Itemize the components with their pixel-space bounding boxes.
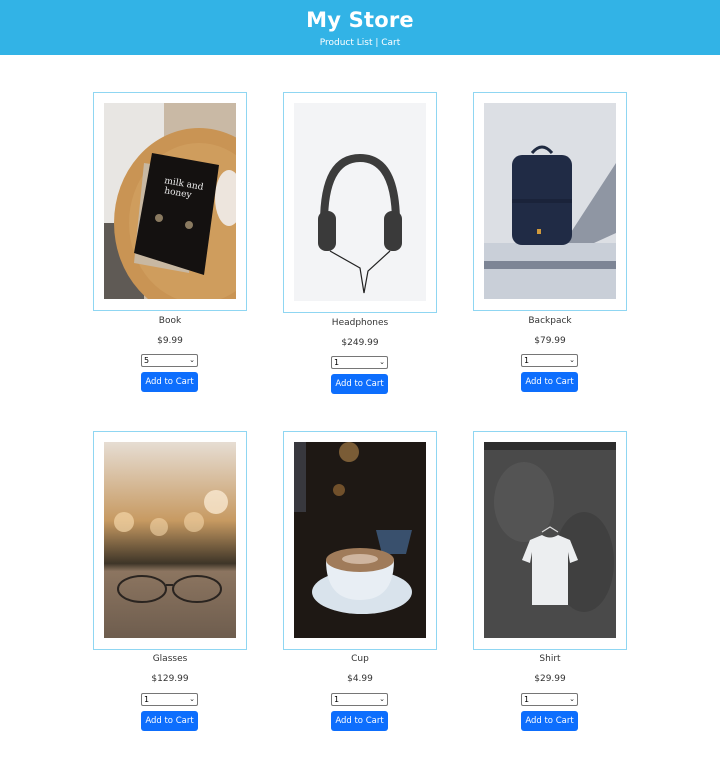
chevron-down-icon: ⌄ (379, 695, 385, 703)
product-name: Shirt (539, 654, 561, 664)
quantity-select[interactable]: 5 ⌄ (141, 354, 198, 367)
site-header: My Store Product List | Cart (0, 0, 720, 55)
quantity-select[interactable]: 1 ⌄ (331, 693, 388, 706)
chevron-down-icon: ⌄ (569, 695, 575, 703)
chevron-down-icon: ⌄ (189, 356, 195, 364)
quantity-select[interactable]: 1 ⌄ (331, 356, 388, 369)
product-name: Backpack (528, 316, 572, 326)
backpack-photo[interactable] (484, 103, 616, 299)
product-price: $129.99 (151, 674, 189, 684)
product-name: Cup (351, 654, 369, 664)
product-image-frame (283, 92, 437, 313)
quantity-select[interactable]: 1 ⌄ (521, 693, 578, 706)
headphones-photo[interactable] (294, 103, 426, 301)
quantity-value: 5 (144, 356, 150, 365)
glasses-photo[interactable] (104, 442, 236, 638)
nav-cart-link[interactable]: Cart (381, 38, 400, 48)
add-to-cart-button[interactable]: Add to Cart (521, 711, 578, 731)
product-price: $249.99 (341, 338, 379, 348)
add-to-cart-button[interactable]: Add to Cart (331, 711, 388, 731)
add-to-cart-button[interactable]: Add to Cart (141, 372, 198, 392)
main-nav: Product List | Cart (0, 37, 720, 49)
quantity-value: 1 (334, 695, 340, 704)
product-price: $4.99 (347, 674, 373, 684)
quantity-select[interactable]: 1 ⌄ (141, 693, 198, 706)
product-image-frame (93, 431, 247, 650)
add-to-cart-button[interactable]: Add to Cart (521, 372, 578, 392)
chevron-down-icon: ⌄ (189, 695, 195, 703)
product-image-frame (473, 431, 627, 650)
quantity-value: 1 (524, 695, 530, 704)
product-price: $9.99 (157, 336, 183, 346)
product-image-frame (473, 92, 627, 311)
product-name: Book (158, 316, 182, 326)
nav-separator: | (372, 38, 382, 48)
product-image-frame: milk and honey (93, 92, 247, 311)
product-price: $79.99 (534, 336, 566, 346)
product-price: $29.99 (534, 674, 566, 684)
add-to-cart-button[interactable]: Add to Cart (331, 374, 388, 394)
product-name: Glasses (152, 654, 188, 664)
quantity-value: 1 (334, 358, 340, 367)
quantity-value: 1 (524, 356, 530, 365)
store-title: My Store (306, 8, 414, 32)
quantity-select[interactable]: 1 ⌄ (521, 354, 578, 367)
nav-product-list-link[interactable]: Product List (320, 38, 373, 48)
add-to-cart-button[interactable]: Add to Cart (141, 711, 198, 731)
chevron-down-icon: ⌄ (569, 356, 575, 364)
shirt-photo[interactable] (484, 442, 616, 638)
product-image-frame (283, 431, 437, 650)
book-photo[interactable]: milk and honey (104, 103, 236, 299)
product-name: Headphones (331, 318, 389, 328)
quantity-value: 1 (144, 695, 150, 704)
cup-photo[interactable] (294, 442, 426, 638)
chevron-down-icon: ⌄ (379, 358, 385, 366)
